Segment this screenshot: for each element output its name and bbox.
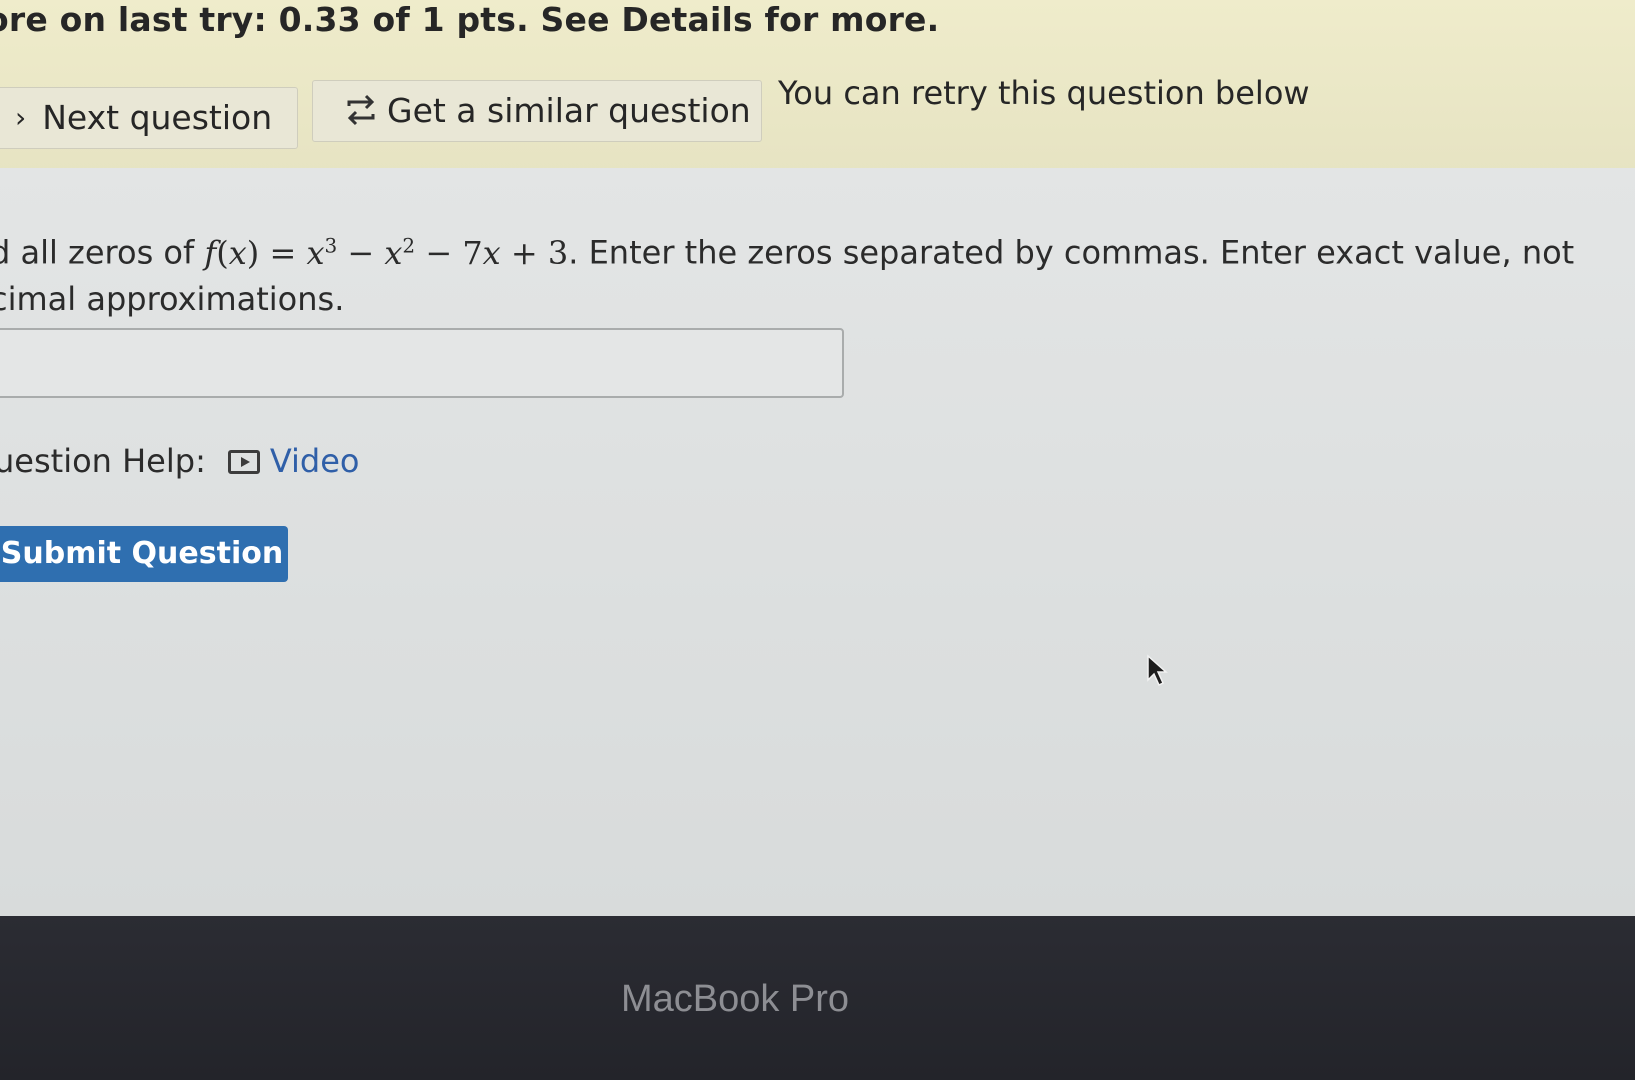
question-help: uestion Help: Video <box>0 442 360 480</box>
submit-question-button[interactable]: Submit Question <box>0 526 288 582</box>
next-question-label: Next question <box>42 98 273 137</box>
bezel-brand-label: MacBook Pro <box>620 978 850 1020</box>
chevron-right-icon: › <box>15 101 27 134</box>
math-exponent: 2 <box>402 233 416 257</box>
math-variable: x <box>482 233 501 272</box>
retry-message: You can retry this question below <box>778 74 1310 112</box>
question-help-label: uestion Help: <box>0 442 206 480</box>
answer-input[interactable] <box>0 328 844 398</box>
math-function-name: f <box>204 233 217 272</box>
math-variable: x <box>306 233 325 272</box>
question-instructions: . Enter the zeros separated by commas. E… <box>568 233 1575 272</box>
video-help-link[interactable]: Video <box>227 442 360 480</box>
math-variable: x <box>384 233 403 272</box>
math-expression: f(x) = x3 − x2 − 7x + 3 <box>204 233 569 272</box>
math-minus: − <box>425 233 453 272</box>
math-minus: − <box>347 233 375 272</box>
question-instructions-line2: cimal approximations. <box>0 279 345 318</box>
video-link-label: Video <box>269 442 360 480</box>
math-equals: = <box>269 233 297 272</box>
similar-question-button[interactable]: Get a similar question <box>312 80 762 142</box>
score-banner: ore on last try: 0.33 of 1 pts. See Deta… <box>0 0 1635 178</box>
similar-question-label: Get a similar question <box>387 91 751 130</box>
score-summary: ore on last try: 0.33 of 1 pts. See Deta… <box>0 0 940 39</box>
math-exponent: 3 <box>324 233 338 257</box>
loop-arrows-icon <box>347 94 375 126</box>
math-plus: + <box>510 233 538 272</box>
math-coefficient: 7 <box>462 233 483 272</box>
video-icon <box>227 450 260 474</box>
question-text: d all zeros of f(x) = x3 − x2 − 7x + 3. … <box>0 222 1610 322</box>
next-question-button[interactable]: › Next question <box>0 87 298 149</box>
mouse-cursor-icon <box>1147 654 1168 687</box>
math-variable: x <box>228 233 247 272</box>
question-prefix: d all zeros of <box>0 233 195 272</box>
math-constant: 3 <box>547 233 569 272</box>
